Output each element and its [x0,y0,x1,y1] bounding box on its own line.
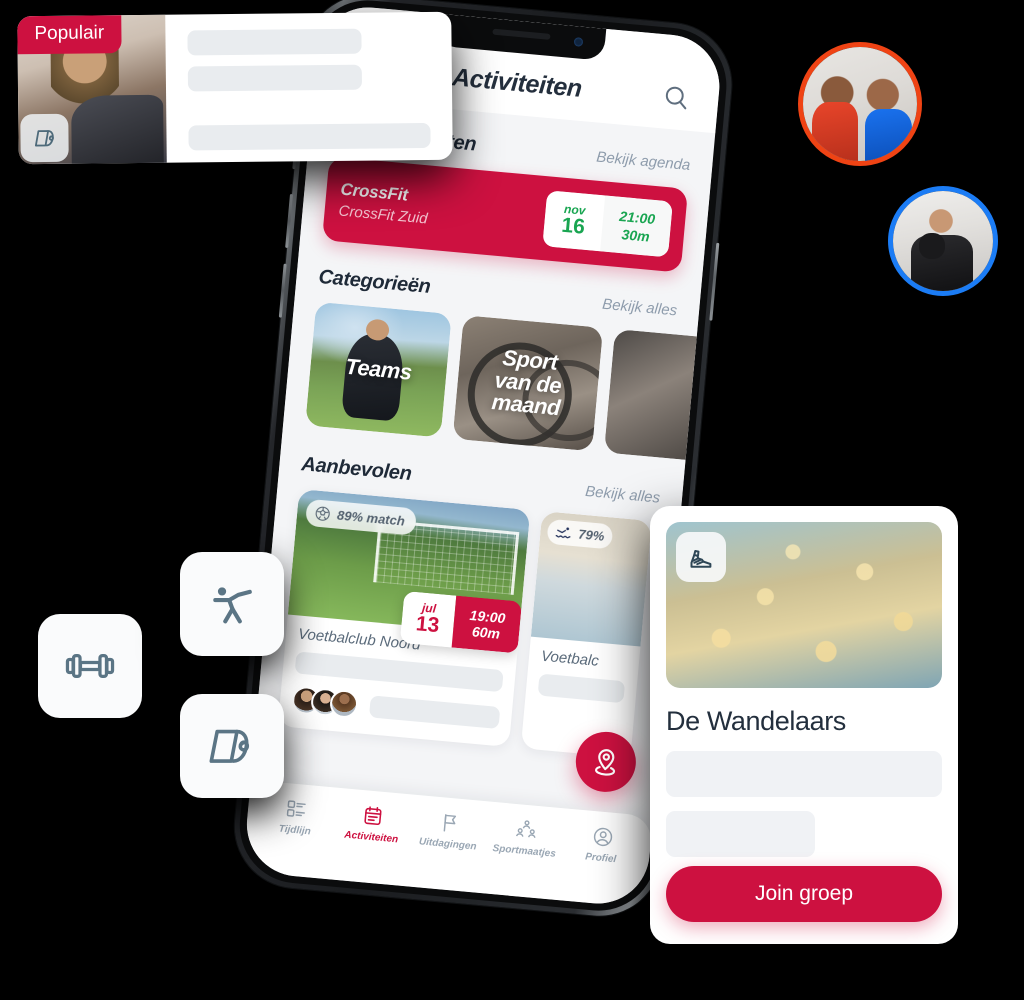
activity-info: CrossFit CrossFit Zuid [338,180,430,228]
categories-carousel[interactable]: Teams Sport van de maand [305,301,724,465]
nav-label: Uitdagingen [418,836,477,853]
dumbbell-icon [64,640,116,692]
nav-item-sportmaatjes[interactable]: Sportmaatjes [488,816,563,860]
join-group-button[interactable]: Join groep [666,866,942,922]
search-icon[interactable] [661,82,691,112]
nav-item-uitdagingen[interactable]: Uitdagingen [411,809,486,853]
category-card-teams[interactable]: Teams [305,301,452,438]
recommended-datetime-chip: jul 13 19:00 60m [399,590,523,654]
timeline-icon [285,797,309,821]
recommended-date: jul 13 [399,590,457,648]
popular-thumbnail: Populair [17,14,167,165]
hiking-boot-icon [676,532,726,582]
popular-body [165,12,453,163]
calendar-clipboard-icon [361,804,385,828]
activity-datetime-chip: nov 16 21:00 30m [542,190,673,258]
nav-label: Profiel [584,851,617,866]
view-agenda-link[interactable]: Bekijk agenda [596,149,691,174]
skeleton-line [187,64,363,92]
recommended-image: 89% match jul 13 19:00 60m [287,488,531,654]
page-title: Activiteiten [451,62,584,103]
recommended-club-name: Voetbalc [540,647,600,670]
nav-item-activiteiten[interactable]: Activiteiten [335,802,410,846]
people-group-icon [514,818,538,842]
recommended-title: Aanbevolen [300,453,413,486]
recommended-card-soccer[interactable]: 89% match jul 13 19:00 60m Voetbalclub N… [277,488,531,748]
gymnast-icon [206,578,258,630]
dumbbell-icon-tile[interactable] [38,614,142,718]
group-image [666,522,942,688]
avatar [328,688,360,720]
recommended-carousel[interactable]: 89% match jul 13 19:00 60m Voetbalclub N… [277,488,658,759]
match-percentage: 89% match [336,507,406,529]
gymnast-icon-tile[interactable] [180,552,284,656]
nav-label: Tijdlijn [278,823,312,838]
recommended-duration: 60m [471,623,501,642]
recommended-body: Voetbalc [524,637,640,719]
activity-duration: 30m [621,226,651,245]
avatar-duo-flexing[interactable] [798,42,922,166]
recommended-card-swimming[interactable]: 79% Voetbalc [520,511,652,759]
activity-date: nov 16 [542,190,606,252]
category-card-sport-of-month[interactable]: Sport van de maand [452,315,604,452]
recommended-view-all-link[interactable]: Bekijk alles [584,483,660,507]
recommended-day: 13 [414,612,441,638]
nav-label: Sportmaatjes [492,843,557,860]
flag-icon [438,811,462,835]
content-sheet: Mijn activiteiten Bekijk agenda CrossFit… [249,100,724,835]
yoga-mat-icon-tile[interactable] [180,694,284,798]
skeleton-line [187,28,362,56]
skeleton-line [666,751,942,797]
categories-view-all-link[interactable]: Bekijk alles [602,296,678,320]
my-activity-card[interactable]: CrossFit CrossFit Zuid nov 16 21:00 30m [321,156,689,273]
category-label: Sport van de maand [490,345,563,421]
recommended-image: 79% [530,511,652,647]
activity-time-block: 21:00 30m [600,195,673,258]
swimming-icon [555,524,573,540]
group-title: De Wandelaars [666,706,846,736]
activity-time: 21:00 [618,207,656,228]
skeleton-line [666,811,816,857]
profile-icon [591,825,615,849]
yoga-mat-icon [20,113,69,163]
participant-avatars[interactable] [290,685,501,732]
match-percentage: 79% [577,526,605,544]
nav-label: Activiteiten [343,829,399,846]
avatar-boxer[interactable] [888,186,998,296]
popular-badge: Populair [17,15,122,55]
recommended-time-block: 19:00 60m [451,595,523,654]
earpiece-speaker [492,28,551,40]
boxer-photo [893,191,993,291]
categories-title: Categorieën [317,265,432,298]
front-camera [573,37,584,47]
skeleton-line [537,673,626,704]
yoga-mat-icon [205,719,259,773]
location-pin-icon [590,746,623,779]
skeleton-line [368,695,501,730]
nav-item-profiel[interactable]: Profiel [564,823,639,867]
showcase-stage: Activiteiten Bekijk agenda CrossFit Cros… [0,0,1024,1000]
skeleton-line [188,122,431,151]
group-card[interactable]: De Wandelaars Join groep [650,506,958,944]
activity-day: 16 [560,213,586,239]
popular-activity-card[interactable]: Populair [17,11,453,165]
nav-item-tijdlijn[interactable]: Tijdlijn [258,795,333,839]
soccer-ball-icon [313,504,331,522]
duo-flexing-photo [803,47,917,161]
